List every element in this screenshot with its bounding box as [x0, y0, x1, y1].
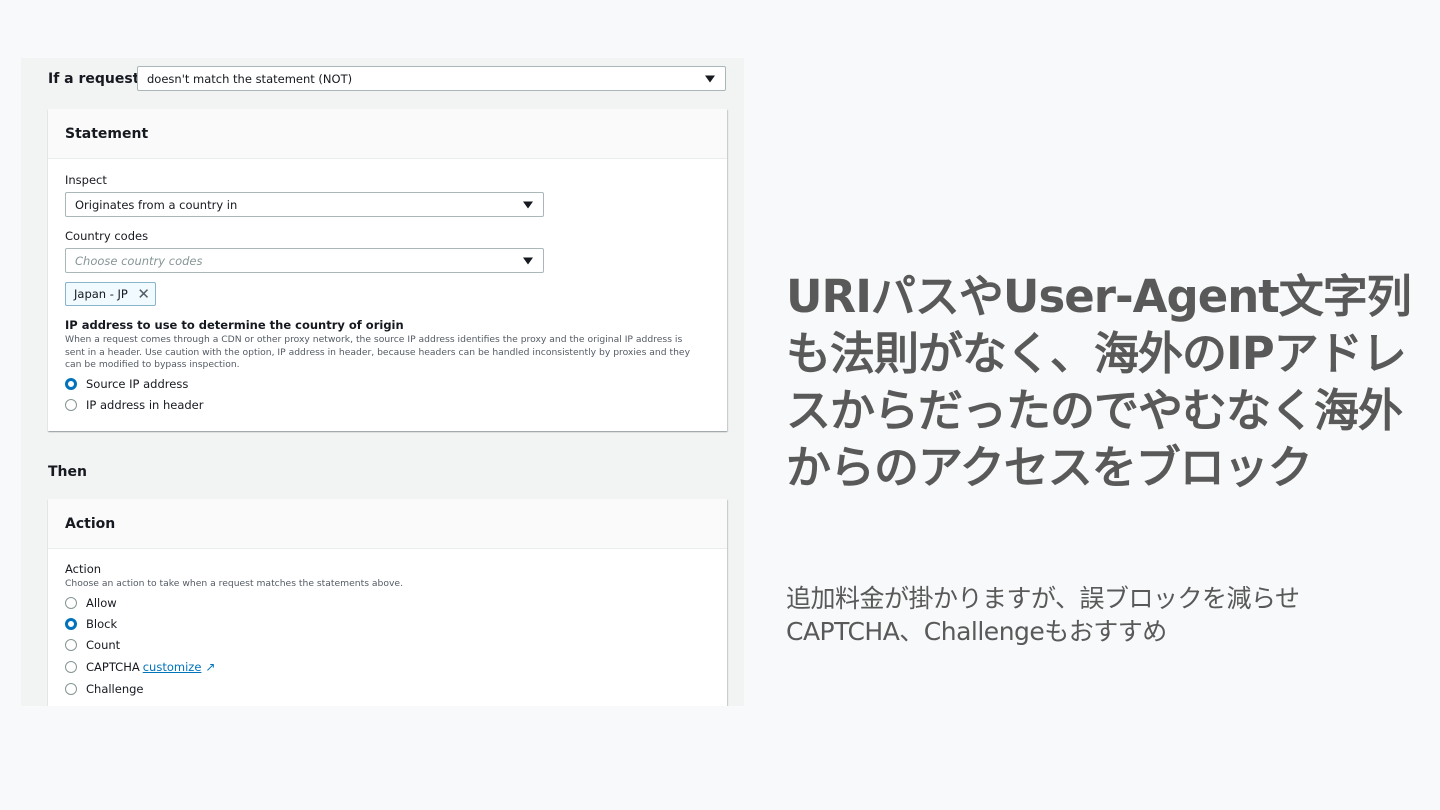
inspect-select[interactable]: Originates from a country in — [65, 192, 544, 217]
inspect-value: Originates from a country in — [75, 197, 238, 212]
radio-captcha-label: CAPTCHA — [86, 660, 140, 674]
match-statement-value: doesn't match the statement (NOT) — [147, 71, 353, 86]
customize-link[interactable]: customize — [143, 660, 202, 674]
radio-count[interactable]: Count — [65, 638, 120, 652]
then-heading: Then — [48, 464, 87, 480]
waf-rule-editor-screenshot: If a request doesn't match the statement… — [21, 58, 744, 706]
radio-count-label: Count — [86, 638, 121, 652]
radio-challenge-label: Challenge — [86, 682, 144, 696]
caret-down-icon — [523, 201, 533, 208]
caret-down-icon — [705, 75, 715, 82]
country-token: Japan - JP ✕ — [65, 282, 156, 306]
action-card: Action Action Choose an action to take w… — [48, 499, 727, 706]
country-codes-placeholder: Choose country codes — [75, 253, 203, 268]
radio-allow-label: Allow — [86, 596, 117, 610]
radio-block[interactable]: Block — [65, 617, 117, 631]
inspect-label: Inspect — [65, 173, 107, 187]
radio-challenge[interactable]: Challenge — [65, 682, 144, 696]
radio-block-label: Block — [86, 617, 118, 631]
radio-ip-in-header-label: IP address in header — [86, 398, 204, 412]
radio-selected-icon[interactable] — [65, 378, 77, 390]
radio-unselected-icon[interactable] — [65, 597, 77, 609]
statement-card: Statement Inspect Originates from a coun… — [48, 109, 727, 431]
if-request-label: If a request — [48, 71, 140, 87]
ip-source-description: When a request comes through a CDN or ot… — [65, 334, 691, 370]
external-link-icon[interactable]: ↗ — [205, 660, 215, 674]
radio-source-ip-label: Source IP address — [86, 377, 189, 391]
slide-headline: URIパスやUser-Agent文字列も法則がなく、海外のIPアドレスからだった… — [786, 270, 1412, 494]
radio-source-ip[interactable]: Source IP address — [65, 377, 188, 391]
country-codes-label: Country codes — [65, 229, 149, 243]
caret-down-icon — [523, 257, 533, 264]
statement-header: Statement — [48, 109, 727, 159]
radio-unselected-icon[interactable] — [65, 399, 77, 411]
country-codes-select[interactable]: Choose country codes — [65, 248, 544, 273]
action-label: Action — [65, 562, 102, 576]
radio-unselected-icon[interactable] — [65, 683, 77, 695]
action-description: Choose an action to take when a request … — [65, 578, 403, 589]
radio-captcha[interactable]: CAPTCHA customize ↗ — [65, 660, 215, 674]
country-token-label: Japan - JP — [74, 287, 128, 301]
radio-unselected-icon[interactable] — [65, 639, 77, 651]
slide-subtext: 追加料金が掛かりますが、誤ブロックを減らせCAPTCHA、Challengeもお… — [786, 584, 1300, 646]
ip-source-label: IP address to use to determine the count… — [65, 318, 404, 332]
action-header: Action — [48, 499, 727, 549]
radio-selected-icon[interactable] — [65, 618, 77, 630]
close-icon[interactable]: ✕ — [137, 286, 150, 302]
match-statement-select[interactable]: doesn't match the statement (NOT) — [137, 66, 726, 91]
radio-ip-in-header[interactable]: IP address in header — [65, 398, 203, 412]
radio-allow[interactable]: Allow — [65, 596, 117, 610]
radio-unselected-icon[interactable] — [65, 661, 77, 673]
